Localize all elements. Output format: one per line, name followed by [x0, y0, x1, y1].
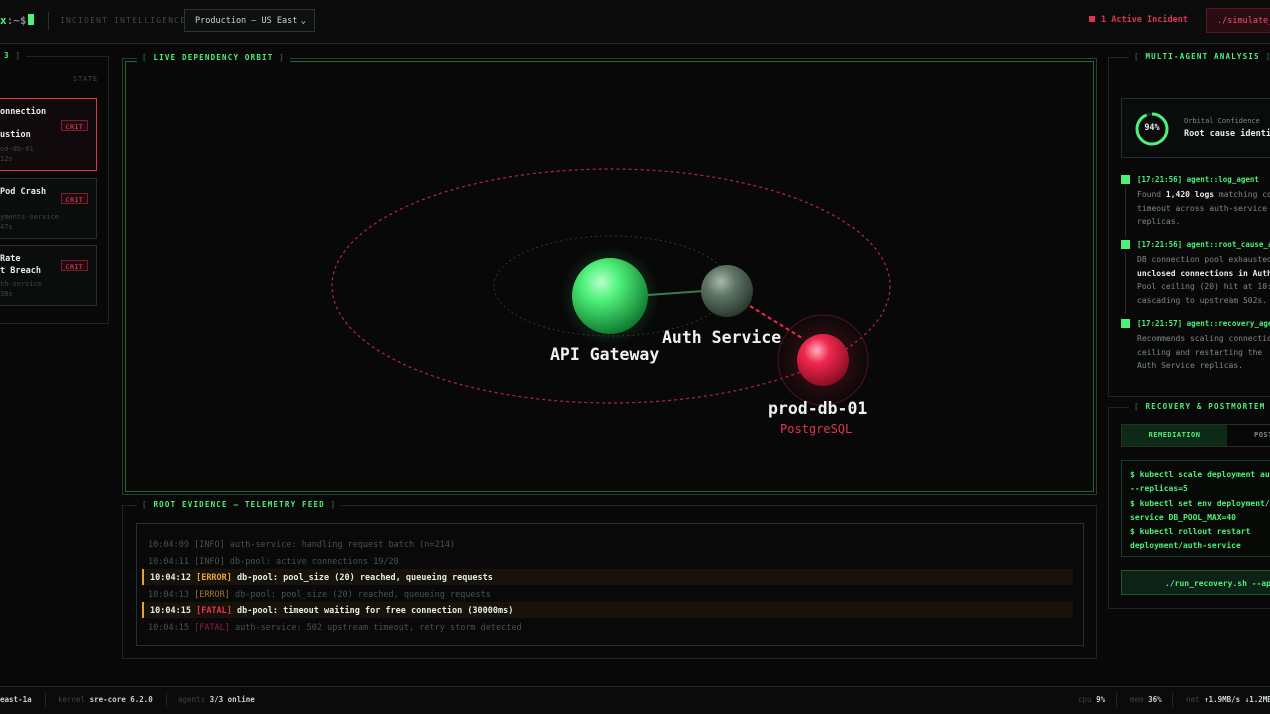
agent-log-entry: [17:21:57] agent::recovery_agent Recomme… [1121, 319, 1270, 379]
recovery-panel-title: [ RECOVERY & POSTMORTEM ] [1129, 402, 1270, 411]
mem-status: mem 36% [1130, 695, 1162, 704]
orbit-canvas [331, 168, 891, 408]
confidence-card: 94% Orbital Confidence Root cause identi… [1121, 98, 1270, 158]
chevron-down-icon: ⌄ [300, 16, 306, 26]
command-line: $ kubectl set env deployment/auth- [1130, 499, 1270, 508]
crit-badge: CRIT [61, 193, 88, 204]
recovery-tabs: REMEDIATION POSTMORTEM [1121, 424, 1270, 447]
timeline-line [1125, 252, 1126, 314]
crit-badge: CRIT [61, 120, 88, 131]
incident-age: 12s [0, 155, 13, 163]
logo: x:~$ [0, 14, 34, 27]
command-line: $ kubectl rollout restart [1130, 527, 1251, 536]
db-node [797, 334, 849, 386]
multi-agent-panel: [ MULTI-AGENT ANALYSIS ] 94% Orbital Con… [1108, 52, 1270, 397]
simulate-incident-button[interactable]: ./simulate_incident [1206, 8, 1270, 33]
agent-header: [17:21:56] agent::root_cause_agent [1137, 240, 1270, 249]
telemetry-panel-title: [ ROOT EVIDENCE — TELEMETRY FEED ] [137, 500, 342, 509]
telemetry-panel: [ ROOT EVIDENCE — TELEMETRY FEED ] 10:04… [122, 500, 1097, 659]
agent-body: Found 1,420 logs matching co timeout acr… [1137, 190, 1270, 226]
agent-status-dot [1121, 319, 1130, 328]
region-status: east-1a [0, 695, 32, 704]
status-divider [1116, 693, 1117, 707]
brand-title: INCIDENT INTELLIGENCE [60, 16, 187, 25]
agent-log-entry: [17:21:56] agent::root_cause_agent DB co… [1121, 240, 1270, 315]
log-line: 10:04:13 [ERROR] db-pool: pool_size (20)… [148, 590, 491, 600]
incident-age: 47s [0, 223, 13, 231]
incident-title: ustion [0, 130, 31, 140]
crit-badge: CRIT [61, 260, 88, 271]
log-line-highlighted: 10:04:15 [FATAL] db-pool: timeout waitin… [142, 602, 1073, 618]
incident-service: od-db-01 [0, 145, 34, 153]
postgresql-label: PostgreSQL [780, 422, 853, 436]
agents-status: agents 3/3 online [178, 695, 255, 704]
incident-service: yments-service [0, 213, 60, 221]
incident-list-panel: 3 ] STATE onnection ustion od-db-01 12s … [0, 51, 109, 324]
net-status: net ↑1.9MB/s ↓1.2MB [1186, 695, 1270, 704]
incident-age: 38s [0, 290, 13, 298]
incident-title: Pod Crash [0, 187, 47, 197]
command-line: service DB_POOL_MAX=40 [1130, 513, 1236, 522]
dependency-orbit-panel: API Gateway Auth Service prod-db-01 Post… [122, 53, 1097, 495]
incident-title: Rate [0, 254, 21, 264]
log-line: 10:04:09 [INFO] auth-service: handling r… [148, 540, 456, 550]
recovery-panel: [ RECOVERY & POSTMORTEM ] REMEDIATION PO… [1108, 402, 1270, 609]
state-column-header: STATE [73, 75, 99, 83]
log-line-highlighted: 10:04:12 [ERROR] db-pool: pool_size (20)… [142, 569, 1073, 585]
incident-title: onnection [0, 107, 47, 117]
agent-body: Recommends scaling connection ceiling an… [1137, 334, 1270, 370]
telemetry-log[interactable]: 10:04:09 [INFO] auth-service: handling r… [136, 523, 1084, 646]
incident-card[interactable]: Pod Crash yments-service 47s CRIT [0, 178, 97, 239]
orbit-frame: API Gateway Auth Service prod-db-01 Post… [125, 61, 1094, 492]
brand-divider [48, 12, 49, 30]
auth-service-label: Auth Service [662, 328, 782, 347]
environment-value: Production — US East [195, 16, 298, 26]
top-bar: x:~$ INCIDENT INTELLIGENCE Production — … [0, 0, 1270, 44]
log-line: 10:04:11 [INFO] db-pool: active connecti… [148, 557, 399, 567]
incident-card[interactable]: Rate t Breach th-service 38s CRIT [0, 245, 97, 306]
timeline-line [1125, 187, 1126, 237]
gateway-node [572, 258, 648, 334]
tab-postmortem[interactable]: POSTMORTEM [1254, 425, 1270, 446]
auth-node [701, 265, 753, 317]
agent-panel-title: [ MULTI-AGENT ANALYSIS ] [1129, 52, 1270, 61]
incident-title: t Breach [0, 266, 41, 276]
command-line: $ kubectl scale deployment auth- [1130, 470, 1270, 479]
orbit-panel-title: [ LIVE DEPENDENCY ORBIT ] [137, 53, 290, 62]
remediation-commands[interactable]: $ kubectl scale deployment auth- --repli… [1121, 460, 1270, 557]
incident-count: 3 ] [0, 51, 27, 60]
run-recovery-button[interactable]: ./run_recovery.sh --apply [1121, 570, 1270, 595]
status-divider [166, 693, 167, 707]
confidence-label: Orbital Confidence [1184, 117, 1260, 125]
incident-service: th-service [0, 280, 43, 288]
prod-db-label: prod-db-01 [768, 399, 868, 418]
active-incident-badge[interactable]: 1 Active Incident [1089, 15, 1188, 25]
api-gateway-label: API Gateway [550, 345, 660, 364]
status-divider [1172, 693, 1173, 707]
status-bar: east-1a kernel sre-core 6.2.0 agents 3/3… [0, 686, 1270, 714]
tab-remediation[interactable]: REMEDIATION [1122, 425, 1227, 446]
agent-log-entry: [17:21:56] agent::log_agent Found 1,420 … [1121, 175, 1270, 237]
command-line: deployment/auth-service [1130, 541, 1241, 550]
status-divider [45, 693, 46, 707]
agent-status-dot [1121, 175, 1130, 184]
confidence-percent: 94% [1144, 123, 1160, 133]
kernel-status: kernel sre-core 6.2.0 [58, 695, 153, 704]
incident-card[interactable]: onnection ustion od-db-01 12s CRIT [0, 98, 97, 171]
log-line: 10:04:15 [FATAL] auth-service: 502 upstr… [148, 623, 522, 633]
agent-body: DB connection pool exhausted unclosed co… [1137, 255, 1270, 305]
alert-dot-icon [1089, 16, 1095, 22]
agent-header: [17:21:56] agent::log_agent [1137, 175, 1259, 184]
cpu-status: cpu 9% [1078, 695, 1106, 704]
agent-header: [17:21:57] agent::recovery_agent [1137, 319, 1270, 328]
confidence-result: Root cause identified [1184, 129, 1270, 139]
agent-status-dot [1121, 240, 1130, 249]
command-line: --replicas=5 [1130, 484, 1188, 493]
environment-select[interactable]: Production — US East ⌄ [184, 9, 315, 32]
